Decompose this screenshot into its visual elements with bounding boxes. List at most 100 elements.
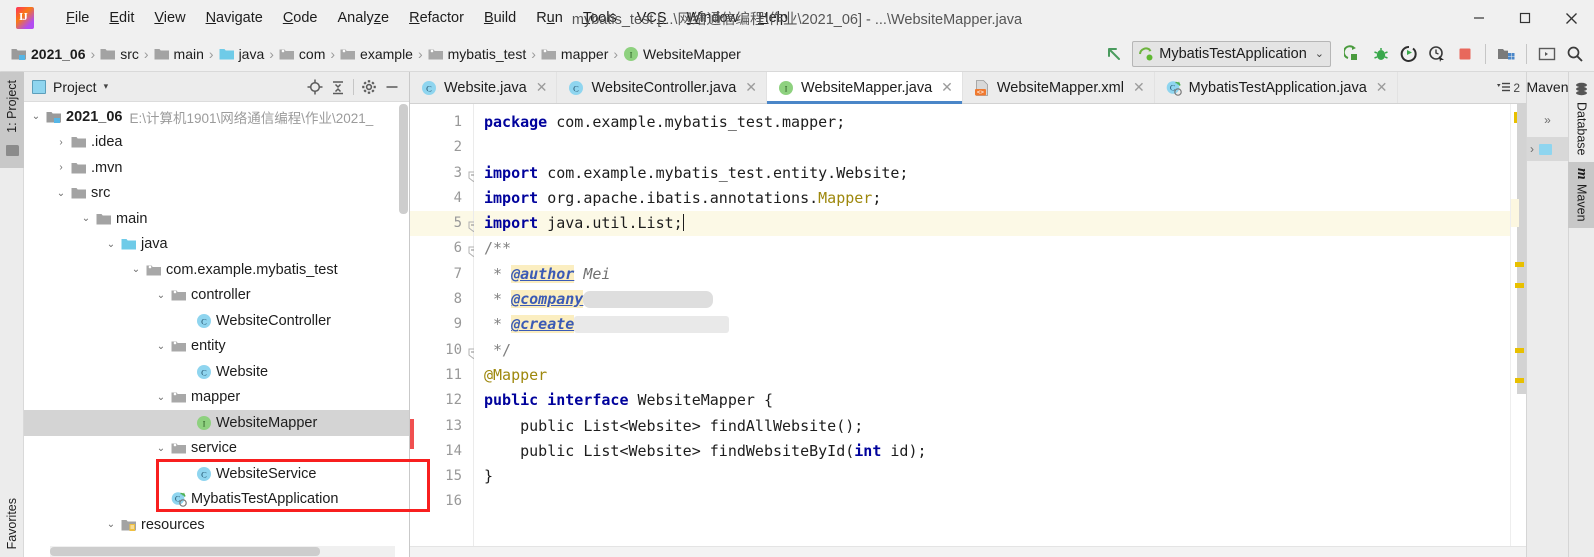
close-icon[interactable]: ✕ — [941, 79, 953, 96]
tree-node[interactable]: ⌄ resources — [24, 512, 409, 538]
tree-node[interactable]: ⌄ 2021_06 E:\计算机1901\网络通信编程\作业\2021_ — [24, 104, 409, 130]
error-stripe[interactable] — [1510, 104, 1526, 546]
minimize-icon[interactable] — [381, 76, 403, 98]
code-line[interactable]: public List<Website> findAllWebsite(); — [474, 414, 1510, 439]
code-line[interactable]: * @create — [474, 312, 1510, 337]
code-line[interactable]: } — [474, 464, 1510, 489]
menu-item-refactor[interactable]: Refactor — [399, 6, 474, 30]
tree-node[interactable]: ⌄ main — [24, 206, 409, 232]
project-structure-icon[interactable] — [1493, 41, 1519, 67]
breadcrumb-item-src[interactable]: src — [97, 44, 142, 64]
breadcrumb-item-mybatis-test[interactable]: mybatis_test — [425, 44, 530, 64]
breadcrumb-item-com[interactable]: com — [276, 44, 328, 64]
chevron-down-icon[interactable]: ⌄ — [78, 213, 94, 224]
menu-item-run[interactable]: Run — [526, 6, 573, 30]
tree-node[interactable]: › .idea — [24, 130, 409, 156]
warning-stripe-marker[interactable] — [1515, 262, 1524, 267]
breadcrumb-item-java[interactable]: java — [216, 44, 268, 64]
tree-node[interactable]: ⌄ mapper — [24, 385, 409, 411]
code-line[interactable]: public interface WebsiteMapper { — [474, 388, 1510, 413]
close-icon[interactable]: ✕ — [1376, 79, 1388, 96]
target-icon[interactable] — [304, 76, 326, 98]
run-coverage-icon[interactable] — [1396, 41, 1422, 67]
tree-node[interactable]: ·CMybatisTestApplication — [24, 487, 409, 513]
tree-node[interactable]: · C Website — [24, 359, 409, 385]
sidebar-item-maven[interactable]: m Maven — [1568, 161, 1594, 228]
editor-horizontal-scrollbar[interactable] — [410, 546, 1526, 557]
project-tree-vertical-scrollbar[interactable] — [399, 104, 408, 214]
tab-list-icon[interactable]: 2 — [1497, 81, 1520, 95]
chevron-down-icon[interactable]: ⌄ — [153, 290, 169, 301]
breadcrumb-item-main[interactable]: main — [151, 44, 207, 64]
tree-node[interactable]: · C WebsiteController — [24, 308, 409, 334]
code-editor[interactable]: 1 2 3 4 5 6 7 8 9 10 11 12 13 14 15 16 package com.exam… — [410, 104, 1526, 546]
code-line[interactable] — [474, 489, 1510, 514]
chevron-down-icon[interactable]: ▾ — [104, 81, 109, 92]
run-configuration-selector[interactable]: MybatisTestApplication ⌄ — [1132, 40, 1331, 67]
chevron-down-icon[interactable]: ⌄ — [153, 341, 169, 352]
warning-stripe-marker[interactable] — [1515, 348, 1524, 353]
tree-node[interactable]: › .mvn — [24, 155, 409, 181]
run-icon[interactable] — [1340, 41, 1366, 67]
gear-icon[interactable] — [358, 76, 380, 98]
tab-mybatistestapplication-java[interactable]: C MybatisTestApplication.java ✕ — [1154, 72, 1398, 103]
project-tree[interactable]: ⌄ 2021_06 E:\计算机1901\网络通信编程\作业\2021_ › .idea… — [24, 102, 409, 557]
expand-panel-icon[interactable]: » — [1544, 113, 1551, 127]
menu-item-edit[interactable]: Edit — [99, 6, 144, 30]
tree-node[interactable]: ⌄ com.example.mybatis_test — [24, 257, 409, 283]
tree-node[interactable]: ⌄ entity — [24, 334, 409, 360]
menu-item-tools[interactable]: Tools — [573, 6, 627, 30]
chevron-right-icon[interactable]: › — [1530, 142, 1534, 156]
tab-website-java[interactable]: C Website.java ✕ — [410, 72, 558, 103]
breadcrumb-item-2021-06[interactable]: 2021_06 — [8, 44, 89, 64]
tab-websitemapper-xml[interactable]: <> WebsiteMapper.xml ✕ — [962, 72, 1155, 103]
menu-item-analyze[interactable]: Analyze — [328, 6, 400, 30]
code-line[interactable]: @Mapper — [474, 363, 1510, 388]
code-line[interactable]: * @company — [474, 287, 1510, 312]
code-line[interactable]: * @author Mei — [474, 262, 1510, 287]
sidebar-item-database[interactable]: Database — [1569, 76, 1594, 162]
menu-item-navigate[interactable]: Navigate — [196, 6, 273, 30]
search-icon[interactable] — [1562, 41, 1588, 67]
code-line[interactable]: */ — [474, 338, 1510, 363]
menu-item-code[interactable]: Code — [273, 6, 328, 30]
collapse-all-icon[interactable] — [327, 76, 349, 98]
warning-stripe-marker[interactable] — [1515, 283, 1524, 288]
chevron-down-icon[interactable]: ⌄ — [153, 443, 169, 454]
chevron-down-icon[interactable]: ⌄ — [103, 239, 119, 250]
close-icon[interactable]: ✕ — [536, 79, 548, 96]
menu-item-window[interactable]: Window — [677, 6, 749, 30]
sidebar-item-project[interactable]: 1: Project — [1, 72, 23, 141]
chevron-down-icon[interactable]: ⌄ — [153, 392, 169, 403]
breadcrumb-item-websitemapper[interactable]: I WebsiteMapper — [620, 44, 744, 64]
chevron-down-icon[interactable]: ⌄ — [103, 519, 119, 530]
breadcrumb-item-mapper[interactable]: mapper — [538, 44, 611, 64]
tree-node[interactable]: ⌄ java — [24, 232, 409, 258]
chevron-right-icon[interactable]: › — [53, 137, 69, 148]
code-line[interactable]: public List<Website> findWebsiteById(int… — [474, 439, 1510, 464]
code-line[interactable]: import com.example.mybatis_test.entity.W… — [474, 161, 1510, 186]
tree-node-selected[interactable]: · I WebsiteMapper — [24, 410, 409, 436]
code-line[interactable]: import org.apache.ibatis.annotations.Map… — [474, 186, 1510, 211]
maven-tree-row[interactable]: › — [1527, 137, 1568, 161]
chevron-right-icon[interactable]: › — [53, 162, 69, 173]
menu-item-build[interactable]: Build — [474, 6, 526, 30]
code-line[interactable] — [474, 135, 1510, 160]
tree-node[interactable]: ⌄ controller — [24, 283, 409, 309]
tab-websitemapper-java[interactable]: I WebsiteMapper.java ✕ — [767, 72, 963, 104]
sidebar-item-favorites[interactable]: Favorites — [1, 490, 23, 557]
stop-square-icon[interactable] — [1452, 41, 1478, 67]
chevron-down-icon[interactable]: ⌄ — [53, 188, 69, 199]
minimize-window-button[interactable] — [1456, 0, 1502, 36]
chevron-down-icon[interactable]: ⌄ — [28, 111, 44, 122]
editor-gutter[interactable]: 1 2 3 4 5 6 7 8 9 10 11 12 13 14 15 16 — [410, 104, 479, 546]
close-icon[interactable]: ✕ — [745, 79, 757, 96]
tab-websitecontroller-java[interactable]: C WebsiteController.java ✕ — [557, 72, 768, 103]
menu-item-file[interactable]: File — [56, 6, 99, 30]
project-tree-horizontal-scrollbar[interactable] — [50, 546, 395, 557]
tree-node[interactable]: · C WebsiteService — [24, 461, 409, 487]
warning-stripe-marker[interactable] — [1515, 378, 1524, 383]
close-icon[interactable]: ✕ — [1133, 79, 1145, 96]
code-line[interactable]: import java.util.List; — [474, 211, 1510, 237]
tree-node[interactable]: ⌄ src — [24, 181, 409, 207]
